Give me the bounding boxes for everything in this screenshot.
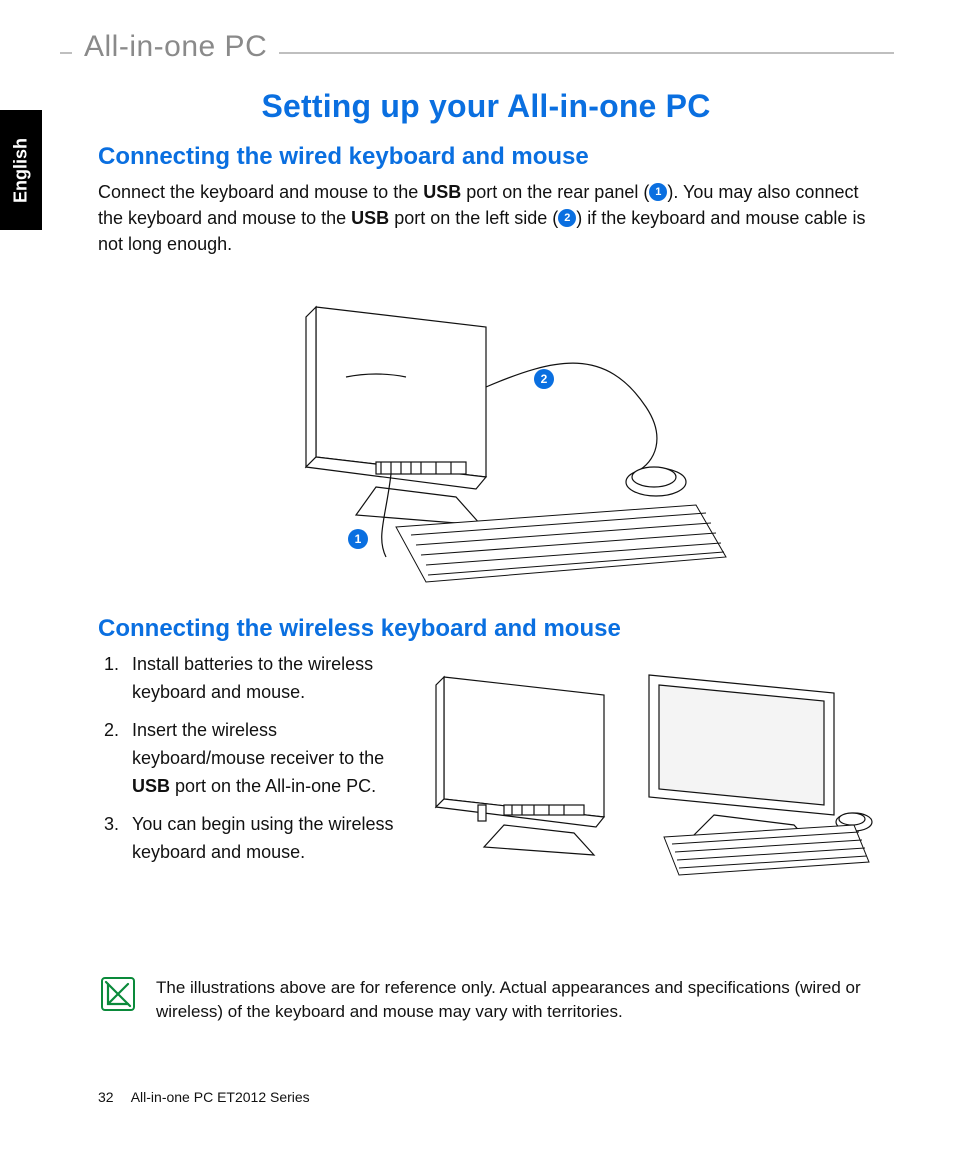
usb-label: USB	[132, 776, 170, 796]
figure-wired-setup: 2 1	[226, 277, 746, 597]
wired-paragraph: Connect the keyboard and mouse to the US…	[98, 179, 874, 257]
language-tab: English	[0, 110, 42, 230]
note-icon	[98, 974, 138, 1014]
wireless-illustration	[414, 657, 874, 887]
step-1: Install batteries to the wireless keyboa…	[124, 651, 408, 707]
step-3: You can begin using the wireless keyboar…	[124, 811, 408, 867]
note-text: The illustrations above are for referenc…	[156, 974, 874, 1025]
text-span: port on the left side (	[389, 208, 558, 228]
wireless-steps-list: Install batteries to the wireless keyboa…	[98, 651, 408, 866]
callout-badge-2-inline: 2	[558, 209, 576, 227]
text-span: port on the rear panel (	[461, 182, 649, 202]
callout-badge-1-inline: 1	[649, 183, 667, 201]
step-2: Insert the wireless keyboard/mouse recei…	[124, 717, 408, 801]
footer-product: All-in-one PC ET2012 Series	[131, 1089, 310, 1105]
page-footer: 32 All-in-one PC ET2012 Series	[98, 1089, 310, 1105]
text-span: Insert the wireless keyboard/mouse recei…	[132, 720, 384, 768]
usb-label: USB	[423, 182, 461, 202]
monitor-keyboard-mouse-illustration	[226, 277, 746, 597]
note-box: The illustrations above are for referenc…	[98, 974, 874, 1025]
text-span: Connect the keyboard and mouse to the	[98, 182, 423, 202]
usb-label: USB	[351, 208, 389, 228]
header-product-line: All-in-one PC	[72, 30, 279, 64]
page-number: 32	[98, 1089, 114, 1105]
figure-wireless-setup	[414, 657, 874, 887]
text-span: port on the All-in-one PC.	[170, 776, 376, 796]
section-heading-wired: Connecting the wired keyboard and mouse	[98, 143, 874, 171]
page-title: Setting up your All-in-one PC	[98, 88, 874, 125]
section-heading-wireless: Connecting the wireless keyboard and mou…	[98, 615, 874, 643]
